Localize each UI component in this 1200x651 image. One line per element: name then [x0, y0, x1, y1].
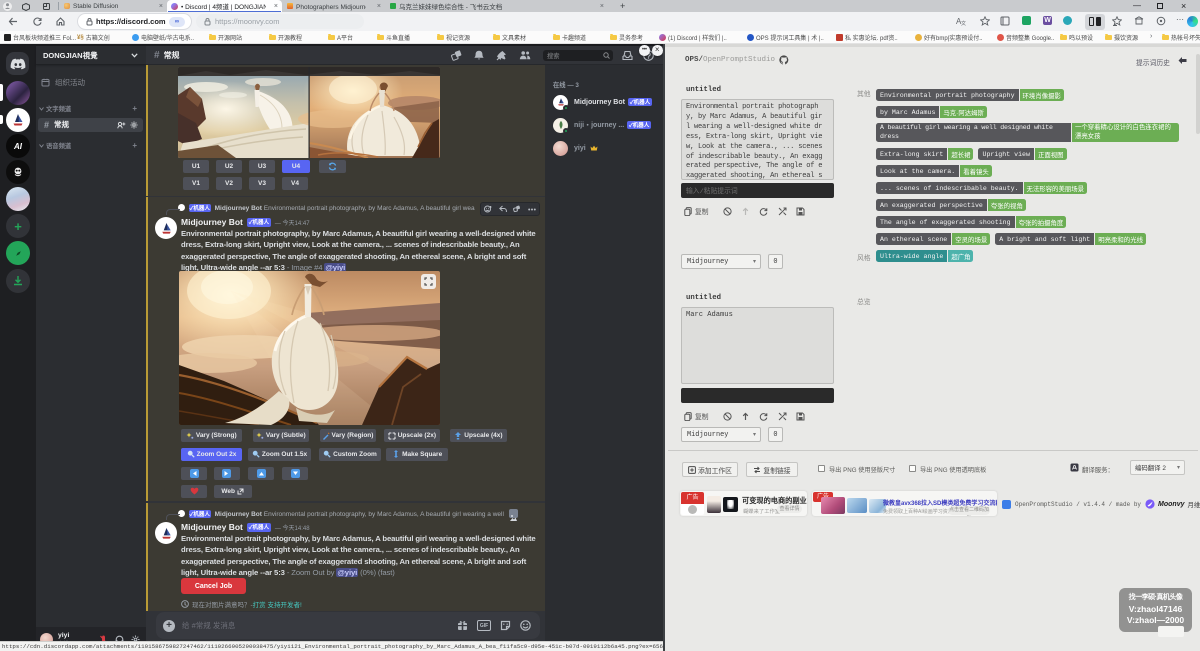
- svg-text:文: 文: [961, 20, 966, 26]
